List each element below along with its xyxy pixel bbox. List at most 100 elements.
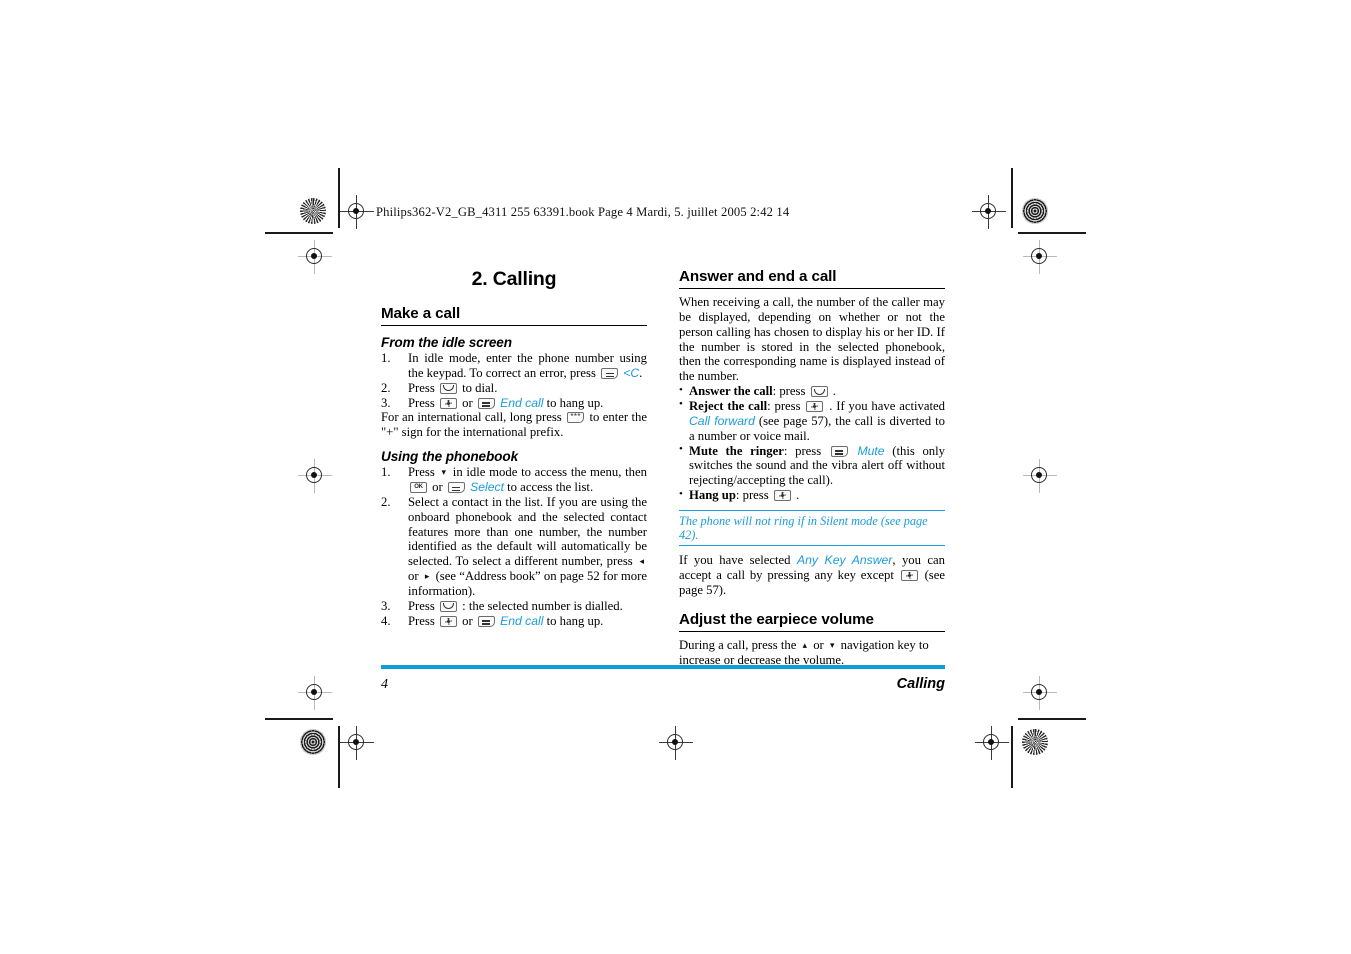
step-conjunction: or	[462, 395, 473, 410]
star-key-icon: ***	[567, 412, 585, 424]
step-text-mid: in idle mode to access the menu, then	[452, 465, 647, 480]
section-rule	[381, 324, 647, 326]
section-heading-answer-and-end-a-call: Answer and end a call	[679, 268, 837, 285]
nav-down-icon: ▾	[829, 639, 835, 650]
section-heading-make-a-call: Make a call	[381, 305, 461, 322]
silent-mode-note: The phone will not ring if in Silent mod…	[679, 509, 945, 547]
bullet-label: Mute the ringer	[689, 443, 784, 458]
bullet-text-end: .	[796, 488, 800, 503]
hangup-key-icon	[439, 397, 457, 409]
hangup-key-icon	[439, 615, 457, 627]
footer-accent-bar	[381, 665, 945, 669]
ui-term-select: Select	[470, 479, 504, 494]
bullet-text-end: .	[832, 384, 836, 399]
step-text-end: (see “Address book” on page 52 for more …	[408, 569, 648, 598]
bullet-icon: •	[679, 398, 683, 411]
paragraph-text-a: During a call, press the	[679, 637, 797, 652]
bullet-text: : press	[767, 398, 801, 413]
left-column: 2. Calling Make a call From the idle scr…	[381, 268, 647, 629]
step-text-end: : the selected number is dialled.	[462, 598, 623, 613]
softkey-icon	[477, 397, 495, 409]
trim-line-vertical-right	[1011, 168, 1013, 228]
page-footer: 4 Calling	[381, 665, 945, 693]
ui-term-call-forward: Call forward	[689, 413, 755, 428]
nav-left-icon: ◂	[639, 556, 644, 567]
bullet-icon: •	[679, 487, 683, 500]
step-text-end: .	[639, 365, 643, 380]
softkey-icon	[447, 481, 465, 493]
step-text: Press	[408, 613, 435, 628]
registration-mark	[298, 676, 332, 710]
bullet-text: : press	[772, 384, 806, 399]
softkey-icon	[477, 615, 495, 627]
ui-term-clear: <C	[623, 365, 640, 380]
ui-term-end-call: End call	[500, 395, 544, 410]
hangup-key-icon	[900, 570, 918, 582]
step-text: Press	[408, 465, 435, 480]
step-number: 2.	[381, 380, 391, 395]
trim-line-horizontal-left-bottom	[265, 718, 333, 720]
list-item: 3. Press : the selected number is dialled…	[381, 599, 647, 614]
any-key-answer-paragraph: If you have selected Any Key Answer, you…	[679, 553, 945, 598]
step-conjunction: or	[432, 479, 443, 494]
page-number: 4	[381, 677, 388, 692]
bullet-text-mid: . If you have activated	[829, 398, 945, 413]
section-rule	[679, 287, 945, 289]
trim-line-horizontal-right-bottom	[1018, 718, 1086, 720]
pickup-key-icon	[439, 382, 457, 394]
step-number: 3.	[381, 598, 391, 613]
footer-chapter-name: Calling	[896, 676, 945, 692]
trim-line-horizontal-left	[265, 232, 333, 234]
right-column: Answer and end a call When receiving a c…	[679, 268, 945, 667]
softkey-icon	[830, 445, 848, 457]
registration-mark	[1023, 459, 1057, 493]
bullet-label: Hang up	[689, 488, 736, 503]
footer-row: 4 Calling	[381, 676, 945, 693]
ui-term-end-call: End call	[500, 613, 544, 628]
list-item: 3. Press or End call to hang up.	[381, 396, 647, 411]
hangup-key-icon	[773, 490, 791, 502]
subheading-from-the-idle-screen: From the idle screen	[381, 334, 512, 350]
step-text-end: to hang up.	[546, 395, 604, 410]
step-number: 1.	[381, 465, 391, 480]
idle-screen-steps: 1. In idle mode, enter the phone number u…	[381, 351, 647, 410]
list-item: 2. Press to dial.	[381, 381, 647, 396]
registration-mark	[1023, 676, 1057, 710]
list-item: 4. Press or End call to hang up.	[381, 614, 647, 629]
bullet-text: : press	[783, 443, 822, 458]
section-heading-adjust-the-earpiece-volume: Adjust the earpiece volume	[679, 610, 874, 628]
star-target-mark	[300, 198, 326, 224]
nav-up-icon: ▴	[802, 639, 808, 650]
star-target-mark	[1022, 198, 1048, 224]
nav-right-icon: ▸	[424, 571, 430, 582]
star-target-mark	[1022, 729, 1048, 755]
bullet-text: : press	[735, 488, 769, 503]
international-call-paragraph: For an international call, long press **…	[381, 410, 647, 440]
registration-mark	[340, 726, 374, 760]
bullet-icon: •	[679, 443, 683, 456]
step-text: Select a contact in the list. If you are…	[408, 494, 647, 569]
step-number: 1.	[381, 350, 391, 365]
list-item: • Reject the call: press . If you have ac…	[679, 398, 945, 444]
chapter-title: 2. Calling	[471, 268, 557, 290]
list-item: 1. Press ▾ in idle mode to access the men…	[381, 465, 647, 495]
step-text: Press	[408, 395, 435, 410]
page-content: 2. Calling Make a call From the idle scr…	[381, 268, 945, 667]
earpiece-volume-paragraph: During a call, press the ▴ or ▾ navigati…	[679, 638, 945, 668]
list-item: • Hang up: press .	[679, 488, 945, 503]
registration-mark	[298, 459, 332, 493]
step-text: Press	[408, 598, 435, 613]
paragraph-text-a: If you have selected	[679, 553, 791, 568]
step-conjunction: or	[408, 569, 419, 584]
registration-mark	[340, 195, 374, 229]
step-number: 2.	[381, 494, 391, 509]
step-text-end: to dial.	[462, 380, 498, 395]
bullet-icon: •	[679, 383, 683, 396]
step-text-end: to hang up.	[546, 613, 604, 628]
step-conjunction: or	[462, 613, 473, 628]
step-text: Press	[408, 380, 435, 395]
step-number: 3.	[381, 395, 391, 410]
bullet-label: Answer the call	[689, 384, 773, 399]
list-item: 2. Select a contact in the list. If you a…	[381, 495, 647, 599]
registration-mark	[972, 195, 1006, 229]
